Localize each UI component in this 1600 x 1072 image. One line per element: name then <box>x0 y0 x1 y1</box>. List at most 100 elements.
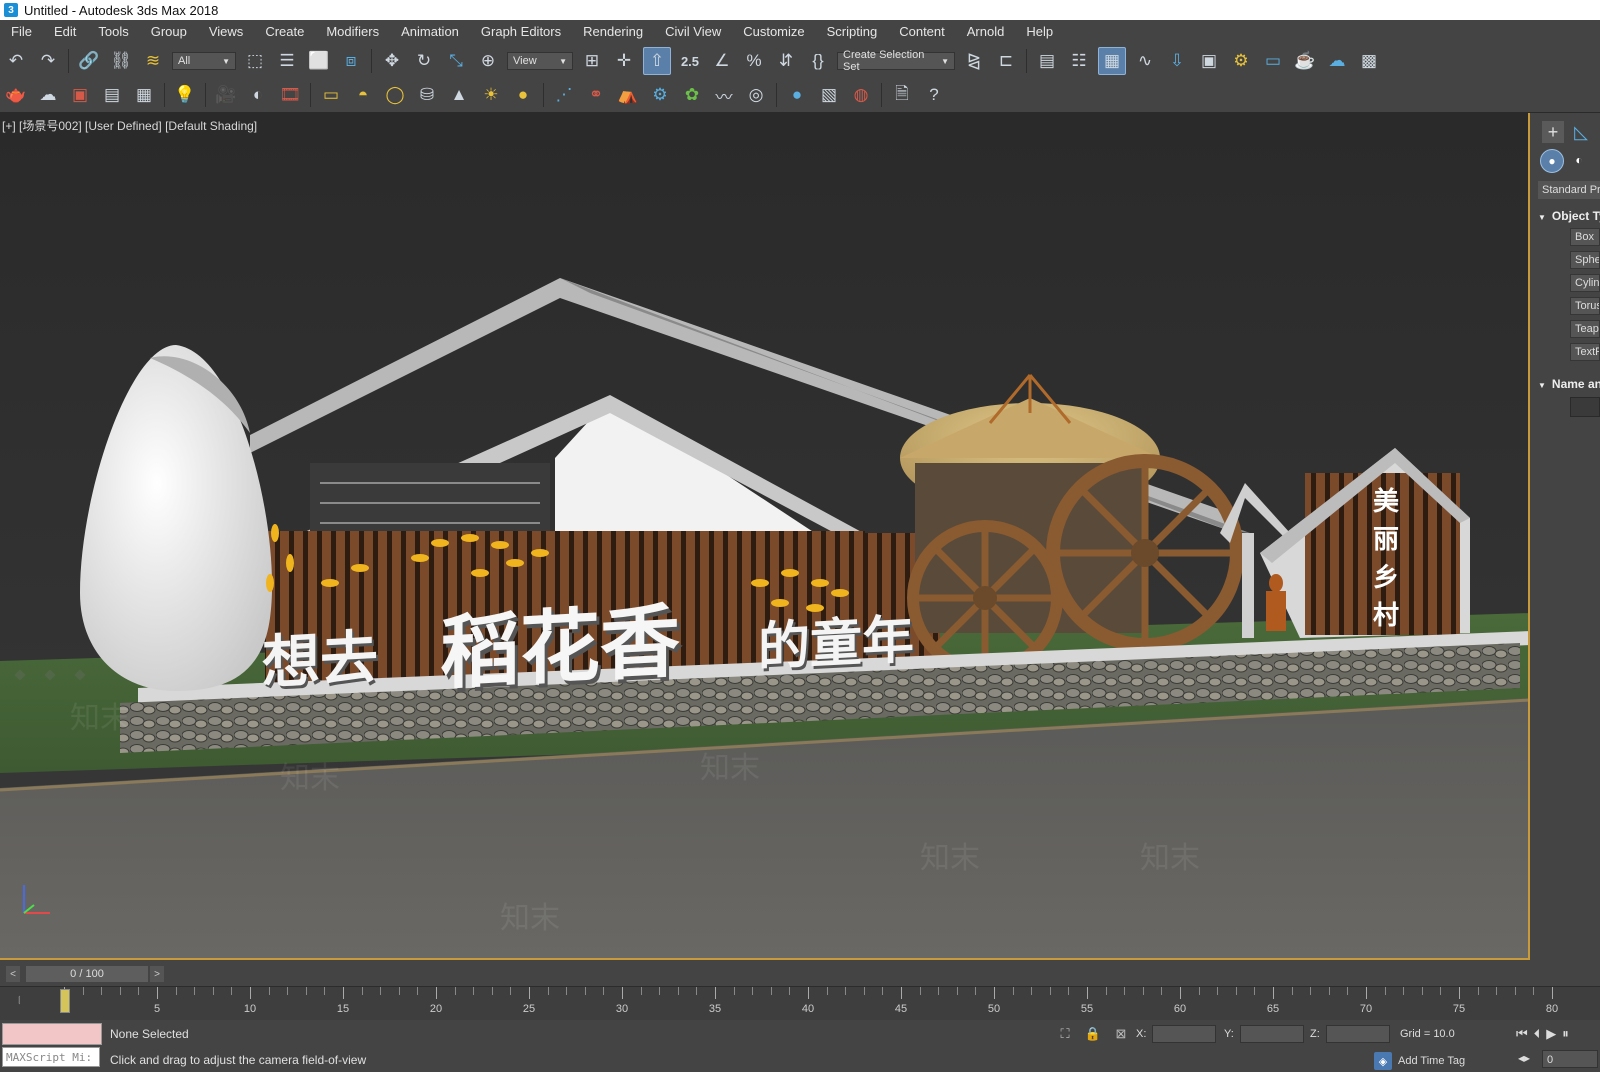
mirror-icon[interactable]: ⧎ <box>961 48 987 74</box>
previous-frame-icon[interactable]: ⏴ <box>1534 1026 1541 1042</box>
spinner-snap-icon[interactable]: ⇵ <box>773 48 799 74</box>
menu-modifiers[interactable]: Modifiers <box>315 24 390 39</box>
maxscript-mini-listener[interactable]: MAXScript Mi: <box>2 1047 100 1067</box>
perspective-viewport[interactable]: [+] [场景号002] [User Defined] [Default Sha… <box>0 113 1530 960</box>
add-time-tag[interactable]: ◈ Add Time Tag <box>1374 1052 1465 1070</box>
textplus-button[interactable]: TextPlus <box>1570 343 1600 361</box>
grid-mesh-icon[interactable]: ⋰ <box>551 82 577 108</box>
absolute-mode-icon[interactable]: ⊠ <box>1112 1025 1130 1043</box>
unlink-icon[interactable]: ⛓ <box>108 48 134 74</box>
box-button[interactable]: Box <box>1570 228 1600 246</box>
z-field[interactable] <box>1325 1025 1390 1043</box>
time-marker[interactable] <box>60 989 70 1013</box>
place-icon[interactable]: ⊕ <box>475 48 501 74</box>
current-frame-field[interactable]: 0 <box>1542 1050 1598 1068</box>
select-manipulate-icon[interactable]: ✛ <box>611 48 637 74</box>
object-type-rollout[interactable]: ▼Object Type <box>1538 209 1600 223</box>
keyboard-shortcut-override-icon[interactable]: ⇧ <box>643 47 671 75</box>
render-iterative-icon[interactable]: ☁ <box>1324 48 1350 74</box>
select-object-icon[interactable]: ⬚ <box>242 48 268 74</box>
menu-scripting[interactable]: Scripting <box>816 24 889 39</box>
select-by-name-icon[interactable]: ☰ <box>274 48 300 74</box>
material-map-icon[interactable]: ▧ <box>816 82 842 108</box>
redo-icon[interactable]: ↷ <box>35 48 61 74</box>
percent-snap-icon[interactable]: % <box>741 48 767 74</box>
angle-snap-icon[interactable]: ∠ <box>709 48 735 74</box>
x-field[interactable] <box>1152 1025 1217 1043</box>
toggle-ribbon-icon[interactable]: ▦ <box>1098 47 1126 75</box>
object-category-dropdown[interactable]: Standard Primitives <box>1538 181 1600 199</box>
help-icon[interactable]: ? <box>921 82 947 108</box>
geometry-icon[interactable]: ● <box>1540 149 1564 173</box>
render-setup-icon[interactable]: ⚙ <box>1228 48 1254 74</box>
edit-named-selection-icon[interactable]: {} <box>805 48 831 74</box>
molecule-icon[interactable]: ⚭ <box>583 82 609 108</box>
light-lister-icon[interactable]: 💡 <box>172 82 198 108</box>
isolate-selection-icon[interactable]: ⛶ <box>1056 1025 1074 1043</box>
window-crossing-icon[interactable]: ⧈ <box>338 48 364 74</box>
cylinder-button[interactable]: Cylinder <box>1570 274 1600 292</box>
lock-selection-icon[interactable]: 🔒 <box>1084 1025 1102 1043</box>
render-production-icon[interactable]: ☕ <box>1292 48 1318 74</box>
scene-explorer-icon[interactable]: ▤ <box>1034 48 1060 74</box>
sphere-icon[interactable]: ◯ <box>382 82 408 108</box>
schematic-view-icon[interactable]: ⇩ <box>1164 48 1190 74</box>
cloud-icon[interactable]: ☁ <box>35 82 61 108</box>
key-mode-icon[interactable]: ◂▸ <box>1518 1051 1530 1065</box>
ox-icon[interactable]: ◎ <box>743 82 769 108</box>
material-editor-icon[interactable]: ▣ <box>1196 48 1222 74</box>
selection-filter-dropdown[interactable]: All ▼ <box>172 52 236 70</box>
viewport-label[interactable]: [+] [场景号002] [User Defined] [Default Sha… <box>2 117 257 134</box>
menu-tools[interactable]: Tools <box>87 24 139 39</box>
menu-civil-view[interactable]: Civil View <box>654 24 732 39</box>
rotate-icon[interactable]: ↻ <box>411 48 437 74</box>
plant-icon[interactable]: ✿ <box>679 82 705 108</box>
object-name-field[interactable] <box>1570 397 1600 417</box>
sound-icon[interactable]: ◐ <box>245 82 271 108</box>
next-frame-button[interactable]: > <box>150 966 164 982</box>
bind-space-warp-icon[interactable]: ≋ <box>140 48 166 74</box>
menu-create[interactable]: Create <box>254 24 315 39</box>
undo-icon[interactable]: ↶ <box>3 48 29 74</box>
rendered-frame-window-icon[interactable]: ▭ <box>1260 48 1286 74</box>
render-cloud-icon[interactable]: ▩ <box>1356 48 1382 74</box>
gear-icon[interactable]: ⚙ <box>647 82 673 108</box>
teapot-button[interactable]: Teapot <box>1570 320 1600 338</box>
menu-arnold[interactable]: Arnold <box>956 24 1016 39</box>
document-icon[interactable]: 🗎 <box>889 82 915 108</box>
create-tab-icon[interactable]: + <box>1542 121 1564 143</box>
table-icon[interactable]: ▦ <box>131 82 157 108</box>
time-slider[interactable]: 0 / 100 <box>26 966 148 982</box>
menu-edit[interactable]: Edit <box>43 24 87 39</box>
list-icon[interactable]: ▤ <box>99 82 125 108</box>
material-browser-icon[interactable]: ◍ <box>848 82 874 108</box>
menu-graph-editors[interactable]: Graph Editors <box>470 24 572 39</box>
menu-rendering[interactable]: Rendering <box>572 24 654 39</box>
name-color-rollout[interactable]: ▼Name and Color <box>1538 377 1600 391</box>
menu-group[interactable]: Group <box>140 24 198 39</box>
link-icon[interactable]: 🔗 <box>76 48 102 74</box>
maxscript-listener-output[interactable] <box>2 1023 102 1045</box>
sun-icon[interactable]: ☀ <box>478 82 504 108</box>
menu-content[interactable]: Content <box>888 24 956 39</box>
disc-light-icon[interactable]: ● <box>510 82 536 108</box>
torus-button[interactable]: Torus <box>1570 297 1600 315</box>
video-icon[interactable]: 🎞 <box>277 82 303 108</box>
render-frame-icon[interactable]: ▣ <box>67 82 93 108</box>
menu-file[interactable]: File <box>0 24 43 39</box>
named-selection-dropdown[interactable]: Create Selection Set ▼ <box>837 49 955 73</box>
track-bar[interactable]: ⧙ 05101520253035404550556065707580 <box>0 986 1600 1021</box>
pot-icon[interactable]: ⛁ <box>414 82 440 108</box>
plane-icon[interactable]: ▭ <box>318 82 344 108</box>
menu-animation[interactable]: Animation <box>390 24 470 39</box>
hemisphere-icon[interactable]: ◓ <box>350 82 376 108</box>
modify-tab-icon[interactable]: ◺ <box>1570 121 1592 143</box>
menu-views[interactable]: Views <box>198 24 254 39</box>
align-icon[interactable]: ⊏ <box>993 48 1019 74</box>
snaps-toggle-icon[interactable]: 2.5 <box>677 48 703 74</box>
material-sphere-icon[interactable]: ● <box>784 82 810 108</box>
teapot-icon[interactable]: 🫖 <box>3 82 29 108</box>
rect-selection-icon[interactable]: ⬜ <box>306 48 332 74</box>
y-field[interactable] <box>1239 1025 1304 1043</box>
layer-explorer-icon[interactable]: ☷ <box>1066 48 1092 74</box>
